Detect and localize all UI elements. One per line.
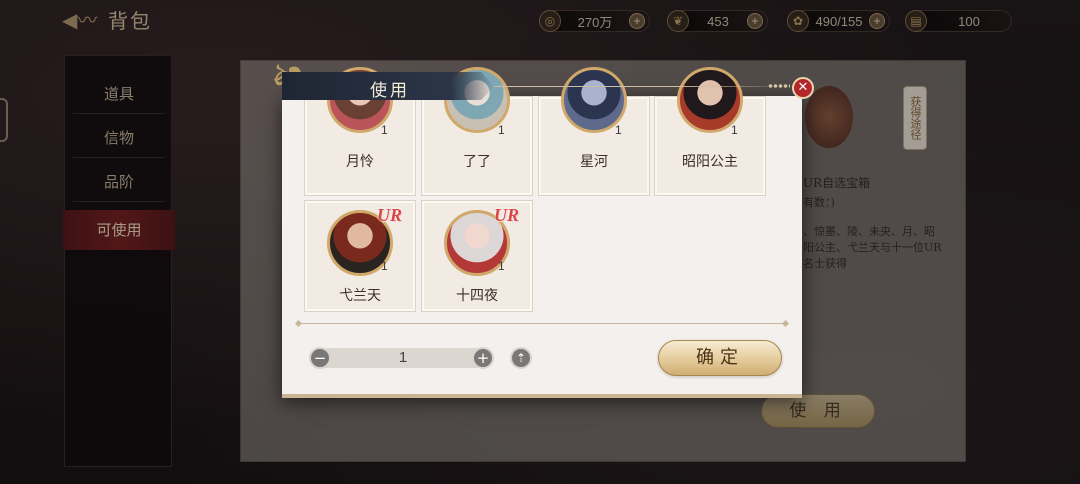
ur-rarity-badge: UR [494, 205, 520, 225]
hero-name: 星河 [580, 154, 608, 170]
header-rule [494, 86, 794, 87]
hero-name: 了了 [463, 154, 491, 170]
hero-count: 1 [381, 123, 388, 137]
hero-name: 月怜 [346, 154, 374, 170]
decrease-button[interactable]: − [309, 347, 331, 369]
hero-name: 十四夜 [456, 288, 498, 304]
hero-card[interactable]: 1 UR 弋兰天 [304, 200, 416, 312]
max-quantity-button[interactable]: ⇡ [510, 347, 532, 369]
dialog-divider [298, 323, 786, 324]
hero-count: 1 [498, 259, 505, 273]
hero-card[interactable]: 1 昭阳公主 [654, 67, 766, 196]
hero-count: 1 [615, 123, 622, 137]
confirm-button[interactable]: 确定 [658, 340, 782, 376]
hero-count: 1 [498, 123, 505, 137]
increase-button[interactable]: + [472, 347, 494, 369]
dialog-title: 使用 [370, 81, 410, 101]
hero-count: 1 [381, 259, 388, 273]
close-button[interactable]: ✕ [792, 77, 814, 99]
hero-count: 1 [731, 123, 738, 137]
hero-card[interactable]: 1 UR 十四夜 [421, 200, 533, 312]
hero-name: 弋兰天 [339, 288, 381, 304]
hero-card[interactable]: 1 了了 [421, 67, 533, 196]
ur-rarity-badge: UR [377, 205, 403, 225]
quantity-value[interactable]: 1 [330, 348, 476, 368]
hero-name: 昭阳公主 [682, 154, 738, 170]
hero-card[interactable]: 1 星河 [538, 67, 650, 196]
header-dots [768, 84, 790, 88]
